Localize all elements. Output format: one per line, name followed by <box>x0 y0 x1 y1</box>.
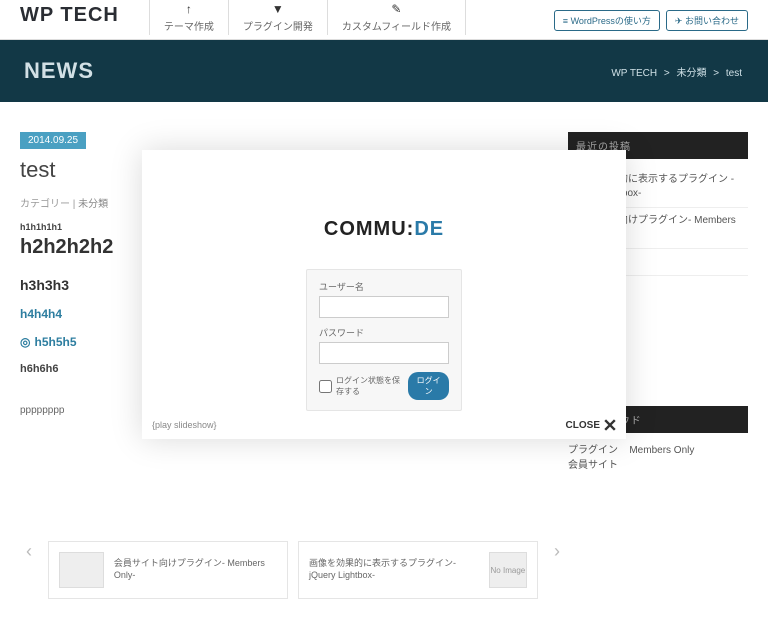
username-input[interactable] <box>319 296 449 318</box>
brand-b: DE <box>414 218 444 240</box>
modal-footer: {play slideshow} CLOSE <box>142 419 626 431</box>
password-input[interactable] <box>319 342 449 364</box>
password-label: パスワード <box>319 326 449 339</box>
close-icon <box>604 419 616 431</box>
login-button[interactable]: ログイン <box>408 372 449 400</box>
play-slideshow-link[interactable]: {play slideshow} <box>152 420 217 430</box>
remember-checkbox[interactable] <box>319 380 332 393</box>
lightbox-overlay: COMMU:DE ユーザー名 パスワード ログイン状態を保存する ログイン {p… <box>0 0 768 632</box>
login-modal: COMMU:DE ユーザー名 パスワード ログイン状態を保存する ログイン {p… <box>142 150 626 439</box>
close-button[interactable]: CLOSE <box>566 419 616 431</box>
login-form: ユーザー名 パスワード ログイン状態を保存する ログイン <box>306 269 462 411</box>
brand-a: COMMU: <box>324 218 414 240</box>
modal-brand: COMMU:DE <box>142 150 626 269</box>
close-label: CLOSE <box>566 420 600 431</box>
remember-label: ログイン状態を保存する <box>336 375 404 397</box>
remember-row: ログイン状態を保存する ログイン <box>319 372 449 400</box>
username-label: ユーザー名 <box>319 280 449 293</box>
